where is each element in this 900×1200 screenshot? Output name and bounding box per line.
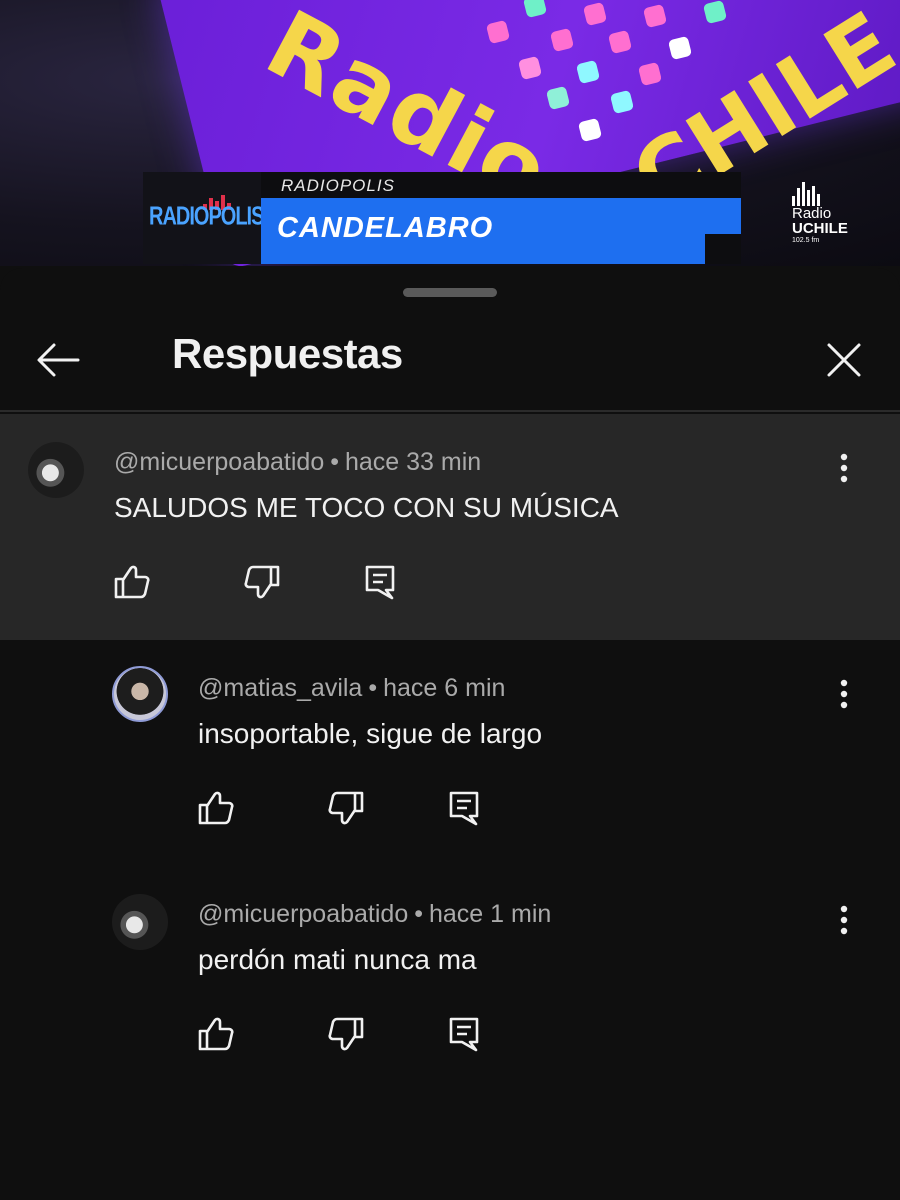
comment-time: hace 1 min: [428, 900, 552, 928]
dislike-button[interactable]: [324, 1012, 368, 1056]
comment-time: hace 6 min: [383, 674, 506, 702]
comment-author[interactable]: @matias_avila: [198, 674, 362, 702]
meta-separator: •: [330, 448, 339, 476]
comment-text: perdón mati nunca ma: [198, 944, 477, 975]
panel-header: Respuestas: [0, 308, 900, 412]
radiopolis-logo-text: RADIOPOLIS: [149, 202, 264, 232]
thumb-down-icon: [328, 1017, 364, 1051]
more-vertical-icon: [840, 679, 848, 709]
like-button[interactable]: [194, 786, 238, 830]
avatar[interactable]: [28, 442, 84, 498]
radio-logo-line2: UCHILE: [792, 220, 848, 237]
comment-text: SALUDOS ME TOCO CON SU MÚSICA: [114, 492, 619, 523]
reply-comment: @micuerpoabatido • hace 1 min perdón mati …: [0, 866, 900, 1092]
like-button[interactable]: [110, 560, 154, 604]
more-options-button[interactable]: [830, 672, 858, 716]
radio-uchile-logo: Radio UCHILE 102.5 fm: [792, 182, 872, 258]
comment-author[interactable]: @micuerpoabatido: [198, 900, 408, 928]
back-button[interactable]: [28, 332, 88, 388]
avatar[interactable]: [112, 894, 168, 950]
arrow-left-icon: [37, 343, 80, 377]
reply-button[interactable]: [442, 1012, 486, 1056]
more-vertical-icon: [840, 905, 848, 935]
reply-icon: [449, 1017, 479, 1052]
close-icon: [827, 343, 861, 377]
close-button[interactable]: [814, 332, 874, 388]
page-title: Respuestas: [172, 330, 403, 377]
more-options-button[interactable]: [830, 446, 858, 490]
radio-logo-line1: Radio: [792, 205, 832, 222]
radio-logo-line3: 102.5 fm: [792, 237, 820, 244]
comment-author[interactable]: @micuerpoabatido: [114, 448, 324, 476]
lower-third-banner: RADIOPOLIS RADIOPOLIS CANDELABRO: [143, 172, 741, 264]
parent-comment: @micuerpoabatido • hace 33 min SALUDOS ME …: [0, 414, 900, 640]
more-vertical-icon: [840, 453, 848, 483]
reply-button[interactable]: [358, 560, 402, 604]
like-button[interactable]: [194, 1012, 238, 1056]
comment-time: hace 33 min: [344, 448, 482, 476]
thumb-up-icon: [114, 565, 150, 599]
lower-third-headline: CANDELABRO: [277, 212, 494, 244]
replies-panel: Respuestas @micuerpoabatido • hace 33 min …: [0, 268, 900, 1200]
dislike-button[interactable]: [324, 786, 368, 830]
video-player[interactable]: Radio CHILE RADIOPOLIS RADIOPOLIS CANDEL…: [0, 0, 900, 266]
radiopolis-logo: RADIOPOLIS: [143, 172, 264, 264]
reply-comment: @matias_avila • hace 6 min insoportable, s…: [0, 640, 900, 866]
comment-text: insoportable, sigue de largo: [198, 718, 543, 749]
thumb-up-icon: [198, 1017, 234, 1051]
lower-third-headline-bar: CANDELABRO: [261, 198, 741, 264]
dislike-button[interactable]: [240, 560, 284, 604]
reply-icon: [365, 565, 395, 600]
more-options-button[interactable]: [830, 898, 858, 942]
reply-icon: [449, 791, 479, 826]
thumb-up-icon: [198, 791, 234, 825]
comment-meta: @micuerpoabatido • hace 1 min: [198, 900, 551, 929]
drag-handle[interactable]: [403, 288, 497, 297]
thumb-down-icon: [328, 791, 364, 825]
comment-meta: @micuerpoabatido • hace 33 min: [114, 448, 481, 477]
avatar[interactable]: [112, 666, 168, 722]
thumb-down-icon: [244, 565, 280, 599]
lower-third-tail: [705, 234, 741, 264]
radio-logo-bars: [792, 182, 872, 206]
reply-button[interactable]: [442, 786, 486, 830]
comment-meta: @matias_avila • hace 6 min: [198, 674, 505, 703]
meta-separator: •: [414, 900, 423, 928]
lower-third-kicker: RADIOPOLIS: [281, 176, 395, 195]
meta-separator: •: [368, 674, 378, 702]
